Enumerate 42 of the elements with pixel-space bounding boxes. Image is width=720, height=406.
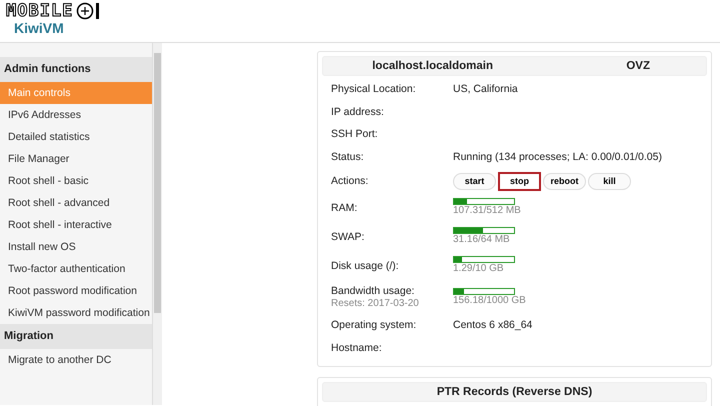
- action-button[interactable]: stop: [498, 172, 541, 191]
- sidebar-section-title: Migration: [0, 324, 152, 349]
- sidebar-item[interactable]: Root shell - advanced: [0, 192, 152, 214]
- sidebar-item[interactable]: Migrate to another DC: [0, 349, 152, 371]
- sidebar-item[interactable]: Detailed statistics: [0, 126, 152, 148]
- sidebar-item[interactable]: Root shell - interactive: [0, 214, 152, 236]
- action-button[interactable]: start: [453, 172, 496, 190]
- sidebar-item[interactable]: Root shell - basic: [0, 170, 152, 192]
- sidebar-item[interactable]: KiwiVM password modification: [0, 302, 152, 324]
- field-value: Running (134 processes; LA: 0.00/0.01/0.05): [453, 150, 662, 163]
- field-label: Operating system:: [331, 319, 418, 332]
- action-button[interactable]: reboot: [543, 172, 586, 190]
- virtualization-type: OVZ: [626, 59, 650, 74]
- field-label: Actions:: [331, 174, 370, 188]
- field-label: Status:: [331, 150, 365, 164]
- card-title: PTR Records (Reverse DNS): [436, 386, 592, 398]
- sidebar-item[interactable]: Install new OS: [0, 236, 152, 258]
- usage-reading: 107.31/512 MB: [453, 205, 522, 218]
- field-label: Disk usage (/):: [331, 260, 400, 273]
- field-label: RAM:: [331, 202, 358, 215]
- usage-reading: 31.16/64 MB: [453, 234, 511, 247]
- sidebar-item[interactable]: Two-factor authentication: [0, 258, 152, 280]
- field-label: SWAP:: [331, 230, 366, 244]
- usage-reading: 156.18/1000 GB: [453, 294, 527, 308]
- field-label: IP address:: [331, 106, 385, 119]
- reset-date-note: Resets: 2017-03-20: [331, 298, 420, 310]
- scrollbar-thumb[interactable]: [154, 53, 161, 313]
- logo-text: MOBILE: [6, 2, 74, 20]
- sidebar-section-title: Admin functions: [0, 57, 152, 82]
- field-label: Physical Location:: [331, 83, 417, 96]
- hostname-title: localhost.localdomain: [371, 59, 493, 74]
- field-label: Hostname:: [331, 342, 383, 355]
- field-value: Centos 6 x86_64: [453, 319, 532, 332]
- action-button[interactable]: kill: [588, 172, 631, 190]
- field-value: US, California: [453, 83, 518, 96]
- sidebar-item[interactable]: Root password modification: [0, 280, 152, 302]
- field-label: SSH Port:: [331, 128, 379, 142]
- product-name: KiwiVM: [14, 20, 65, 36]
- sidebar-item[interactable]: File Manager: [0, 148, 152, 170]
- field-label: Bandwidth usage:: [331, 284, 416, 298]
- sidebar-item[interactable]: IPv6 Addresses: [0, 104, 152, 126]
- usage-reading: 1.29/10 GB: [453, 263, 505, 276]
